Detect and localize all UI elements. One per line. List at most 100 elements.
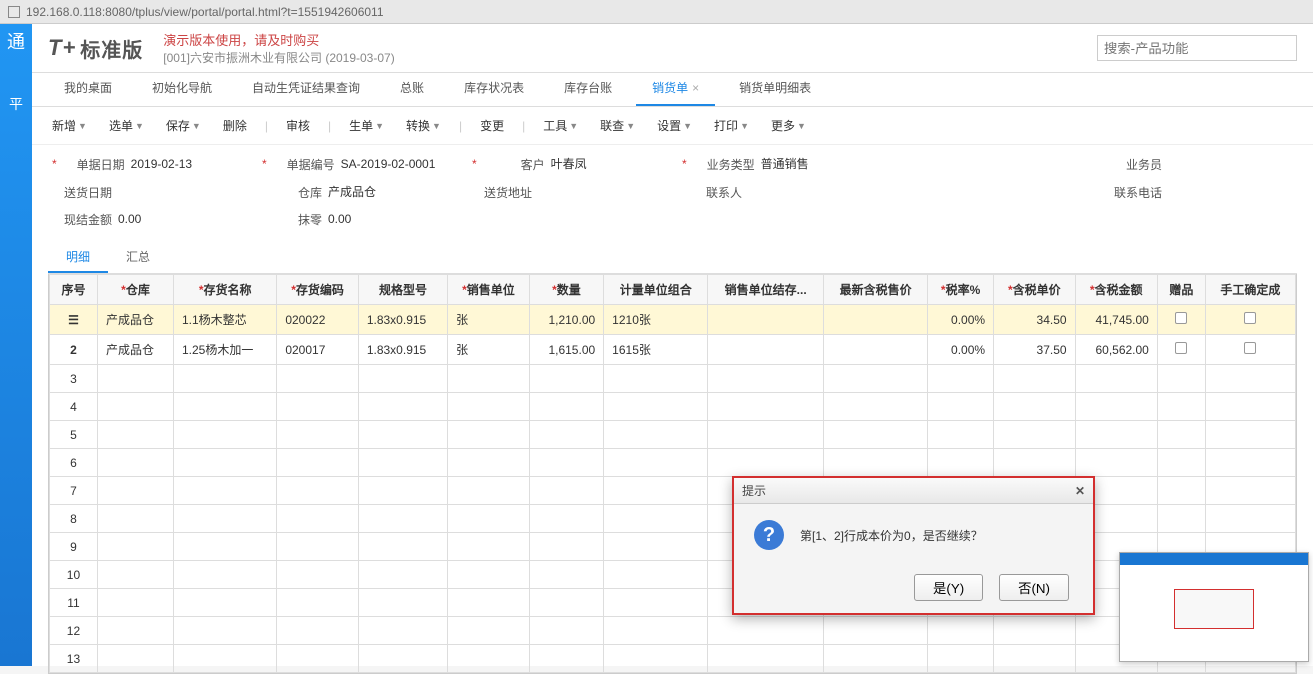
table-cell[interactable]: 张 xyxy=(448,305,530,335)
nav-tab[interactable]: 总账 xyxy=(384,71,440,106)
table-cell[interactable]: 3 xyxy=(50,365,98,393)
table-cell[interactable] xyxy=(277,421,359,449)
table-cell[interactable] xyxy=(277,561,359,589)
table-cell[interactable] xyxy=(174,589,277,617)
table-cell[interactable] xyxy=(708,335,824,365)
table-cell[interactable] xyxy=(1157,449,1205,477)
table-cell[interactable]: 1.25杨木加一 xyxy=(174,335,277,365)
table-cell[interactable] xyxy=(604,421,708,449)
no-button[interactable]: 否(N) xyxy=(999,574,1069,601)
col-header[interactable]: *含税单价 xyxy=(994,275,1076,305)
table-cell[interactable] xyxy=(1075,393,1157,421)
table-cell[interactable]: 4 xyxy=(50,393,98,421)
toolbar-保存[interactable]: 保存▼ xyxy=(158,113,209,138)
table-cell[interactable] xyxy=(529,645,604,673)
checkbox[interactable] xyxy=(1244,342,1256,354)
col-header[interactable]: 销售单位结存... xyxy=(708,275,824,305)
nav-tab[interactable]: 我的桌面 xyxy=(48,71,128,106)
table-cell[interactable] xyxy=(994,617,1076,645)
table-cell[interactable] xyxy=(97,561,173,589)
toolbar-打印[interactable]: 打印▼ xyxy=(706,113,757,138)
table-cell[interactable] xyxy=(529,533,604,561)
table-cell[interactable]: 41,745.00 xyxy=(1075,305,1157,335)
table-cell[interactable] xyxy=(529,561,604,589)
table-row[interactable]: 9 xyxy=(50,533,1296,561)
val-date[interactable]: 2019-02-13 xyxy=(131,157,211,172)
table-cell[interactable]: 1.83x0.915 xyxy=(358,305,447,335)
table-cell[interactable]: 产成品仓 xyxy=(97,305,173,335)
toolbar-选单[interactable]: 选单▼ xyxy=(101,113,152,138)
table-cell[interactable] xyxy=(97,589,173,617)
sub-tab[interactable]: 明细 xyxy=(48,242,108,273)
val-round[interactable]: 0.00 xyxy=(328,212,408,227)
table-cell[interactable] xyxy=(708,305,824,335)
table-cell[interactable] xyxy=(174,505,277,533)
table-cell[interactable] xyxy=(529,449,604,477)
checkbox[interactable] xyxy=(1175,342,1187,354)
table-cell[interactable] xyxy=(1205,505,1295,533)
table-cell[interactable] xyxy=(604,365,708,393)
table-cell[interactable] xyxy=(358,421,447,449)
col-header[interactable]: *存货编码 xyxy=(277,275,359,305)
toolbar-新增[interactable]: 新增▼ xyxy=(44,113,95,138)
table-cell[interactable] xyxy=(1205,449,1295,477)
table-cell[interactable] xyxy=(448,533,530,561)
table-cell[interactable]: 5 xyxy=(50,421,98,449)
table-row[interactable]: 7 xyxy=(50,477,1296,505)
table-cell[interactable] xyxy=(1205,335,1295,365)
col-header[interactable]: *税率% xyxy=(928,275,994,305)
table-cell[interactable] xyxy=(448,365,530,393)
table-cell[interactable] xyxy=(824,393,928,421)
table-cell[interactable] xyxy=(529,393,604,421)
val-addr[interactable] xyxy=(538,192,618,193)
table-cell[interactable] xyxy=(174,477,277,505)
table-cell[interactable] xyxy=(824,421,928,449)
table-cell[interactable] xyxy=(448,393,530,421)
val-code[interactable]: SA-2019-02-0001 xyxy=(341,157,436,172)
table-cell[interactable] xyxy=(358,365,447,393)
table-cell[interactable] xyxy=(277,505,359,533)
table-cell[interactable] xyxy=(97,533,173,561)
table-cell[interactable] xyxy=(174,393,277,421)
table-cell[interactable] xyxy=(604,505,708,533)
table-cell[interactable] xyxy=(358,477,447,505)
toolbar-工具[interactable]: 工具▼ xyxy=(535,113,586,138)
table-cell[interactable] xyxy=(358,533,447,561)
table-cell[interactable] xyxy=(174,533,277,561)
col-header[interactable]: 计量单位组合 xyxy=(604,275,708,305)
checkbox[interactable] xyxy=(1175,312,1187,324)
table-cell[interactable] xyxy=(358,505,447,533)
toolbar-联查[interactable]: 联查▼ xyxy=(592,113,643,138)
table-row[interactable]: 13 xyxy=(50,645,1296,673)
table-cell[interactable] xyxy=(928,449,994,477)
table-cell[interactable] xyxy=(97,477,173,505)
table-cell[interactable] xyxy=(97,617,173,645)
table-row[interactable]: 11 xyxy=(50,589,1296,617)
table-cell[interactable] xyxy=(708,449,824,477)
table-cell[interactable] xyxy=(824,645,928,673)
table-cell[interactable] xyxy=(97,365,173,393)
table-cell[interactable]: 8 xyxy=(50,505,98,533)
table-cell[interactable] xyxy=(448,505,530,533)
table-cell[interactable] xyxy=(1205,365,1295,393)
table-cell[interactable] xyxy=(1157,477,1205,505)
table-cell[interactable] xyxy=(1075,365,1157,393)
table-cell[interactable] xyxy=(448,449,530,477)
table-cell[interactable]: 020022 xyxy=(277,305,359,335)
table-cell[interactable]: 020017 xyxy=(277,335,359,365)
table-cell[interactable] xyxy=(174,421,277,449)
table-cell[interactable] xyxy=(97,421,173,449)
val-cust[interactable]: 叶春凤 xyxy=(551,155,631,173)
toolbar-转换[interactable]: 转换▼ xyxy=(398,113,449,138)
table-cell[interactable] xyxy=(448,477,530,505)
table-cell[interactable]: 60,562.00 xyxy=(1075,335,1157,365)
table-cell[interactable] xyxy=(358,617,447,645)
table-cell[interactable] xyxy=(277,533,359,561)
val-cash[interactable]: 0.00 xyxy=(118,212,198,227)
table-cell[interactable] xyxy=(604,617,708,645)
table-cell[interactable]: 37.50 xyxy=(994,335,1076,365)
table-cell[interactable] xyxy=(708,365,824,393)
table-cell[interactable] xyxy=(1157,335,1205,365)
table-row[interactable]: 10 xyxy=(50,561,1296,589)
col-header[interactable]: *数量 xyxy=(529,275,604,305)
